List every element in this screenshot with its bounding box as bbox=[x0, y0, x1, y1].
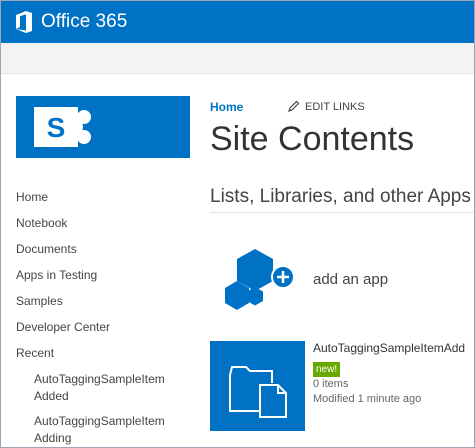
site-logo[interactable]: S bbox=[16, 96, 190, 158]
section-divider bbox=[210, 212, 474, 213]
nav-item-notebook[interactable]: Notebook bbox=[16, 215, 196, 241]
add-app-button[interactable]: add an app bbox=[223, 247, 463, 311]
recent-item-added[interactable]: AutoTaggingSampleItem Added bbox=[16, 371, 194, 405]
app-item-count: 0 items bbox=[313, 378, 349, 390]
office365-title[interactable]: Office 365 bbox=[41, 10, 127, 34]
nav-item-apps-in-testing[interactable]: Apps in Testing bbox=[16, 267, 196, 293]
nav-item-developer-center[interactable]: Developer Center bbox=[16, 319, 196, 345]
app-info: AutoTaggingSampleItemAdd new! 0 items Mo… bbox=[313, 340, 473, 407]
office-logo-icon[interactable] bbox=[15, 11, 33, 33]
edit-links-button[interactable]: EDIT LINKS bbox=[288, 99, 365, 115]
nav-item-documents[interactable]: Documents bbox=[16, 241, 196, 267]
section-title: Lists, Libraries, and other Apps bbox=[210, 186, 471, 207]
recent-item-adding[interactable]: AutoTaggingSampleItem Adding bbox=[16, 413, 194, 447]
edit-links-label: EDIT LINKS bbox=[305, 101, 365, 113]
app-tile[interactable] bbox=[210, 341, 305, 431]
browser-frame: Office 365 S Home Notebook Documents App… bbox=[0, 0, 475, 448]
quick-launch: Home Notebook Documents Apps in Testing … bbox=[16, 189, 196, 447]
add-app-label: add an app bbox=[313, 271, 389, 288]
nav-item-recent[interactable]: Recent bbox=[16, 345, 196, 371]
nav-item-samples[interactable]: Samples bbox=[16, 293, 196, 319]
pencil-icon bbox=[288, 100, 300, 112]
app-name-link[interactable]: AutoTaggingSampleItemAdd bbox=[313, 340, 473, 356]
page-title: Site Contents bbox=[210, 120, 415, 158]
nav-item-home[interactable]: Home bbox=[16, 189, 196, 215]
sharepoint-logo-icon: S bbox=[34, 107, 91, 147]
app-modified-time: Modified 1 minute ago bbox=[313, 393, 422, 405]
folder-document-icon bbox=[229, 366, 287, 418]
svg-text:S: S bbox=[47, 112, 66, 143]
new-badge: new! bbox=[313, 362, 341, 377]
top-link-home[interactable]: Home bbox=[210, 99, 243, 115]
add-app-icon bbox=[225, 249, 295, 310]
ribbon-bar bbox=[1, 43, 474, 74]
office365-suite-bar: Office 365 bbox=[1, 1, 474, 43]
